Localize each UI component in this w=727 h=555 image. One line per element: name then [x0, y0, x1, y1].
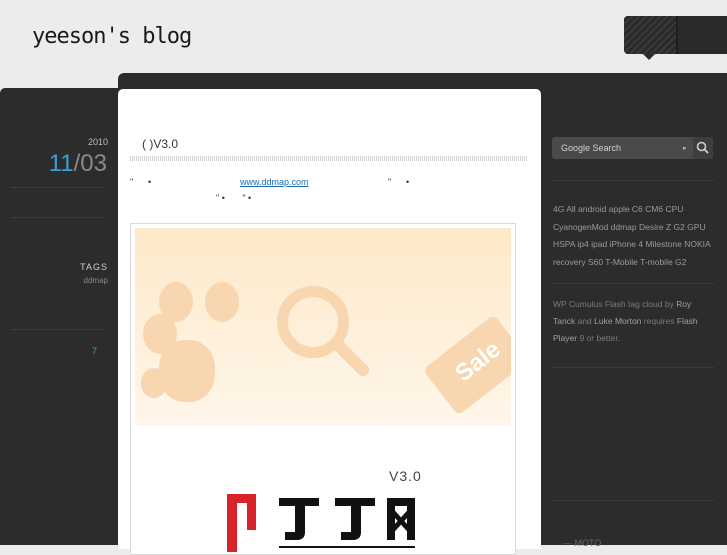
sale-text: Sale [450, 335, 506, 388]
post-image[interactable]: Sale V3.0 [130, 223, 516, 555]
promo-banner: Sale [135, 228, 511, 426]
header-widget-pattern [624, 16, 676, 54]
wp-cumulus-text: and [577, 316, 592, 326]
paw-pad-main [159, 340, 215, 402]
sidebar-divider [552, 180, 713, 181]
sidebar-divider [552, 367, 713, 368]
search-arrow-icon: ▸ [683, 145, 687, 152]
header-widget-divider [676, 16, 678, 54]
search-button[interactable] [693, 137, 713, 159]
wp-cumulus-text: requires [643, 316, 675, 326]
body-bullet: • [148, 177, 152, 187]
wp-cumulus-link[interactable]: WP Cumulus [553, 299, 602, 309]
tags-label: TAGS [80, 262, 108, 272]
body-quote: " [388, 177, 392, 187]
tag-link-ddmap[interactable]: ddmap [84, 276, 108, 285]
post-body-line-2: " • " • [216, 193, 252, 203]
body-quote: " [130, 177, 134, 187]
ddmap-link[interactable]: www.ddmap.com [240, 177, 309, 187]
search-placeholder: Google Search [561, 143, 622, 153]
left-divider [12, 329, 104, 330]
sidebar-divider [552, 500, 713, 501]
post-title[interactable]: ( )V3.0 [142, 137, 178, 151]
search-icon [696, 141, 709, 154]
post-day: 03 [80, 150, 107, 177]
header-widget[interactable] [624, 16, 727, 54]
header-widget-pointer [643, 54, 655, 60]
paw-toe [205, 282, 239, 322]
author-link-luke-morton[interactable]: Luke Morton [594, 316, 641, 326]
google-search-input[interactable]: Google Search ▸ [552, 137, 713, 159]
wp-cumulus-text: 9 or better. [579, 333, 621, 343]
paw-toe [159, 282, 193, 322]
post-year: 2010 [87, 137, 108, 147]
sidebar-divider [552, 283, 713, 284]
wp-cumulus-notice: WP Cumulus Flash tag cloud by Roy Tanck … [553, 296, 713, 347]
title-underline [130, 156, 528, 161]
left-divider [12, 187, 104, 188]
ddmap-logo-icon [227, 494, 415, 552]
post-date: 11/03 [49, 150, 107, 178]
sale-tag-icon: Sale [422, 314, 511, 416]
version-label: V3.0 [389, 468, 422, 484]
post-month: 11 [48, 150, 74, 177]
comments-count-link[interactable]: 7 [92, 346, 97, 356]
tag-cloud[interactable]: 4G All android apple C6 CM6 CPU Cyanogen… [553, 201, 713, 271]
wp-cumulus-text: Flash tag cloud by [604, 299, 674, 309]
site-title[interactable]: yeeson's blog [32, 24, 192, 49]
body-bullet: • [406, 177, 410, 187]
post-content: ( )V3.0 " • www.ddmap.com " • " • " • Sa… [118, 89, 541, 555]
sidebar-bottom-item[interactable]: — MOTO [563, 538, 601, 548]
left-divider [12, 217, 104, 218]
magnifier-handle [330, 337, 372, 379]
